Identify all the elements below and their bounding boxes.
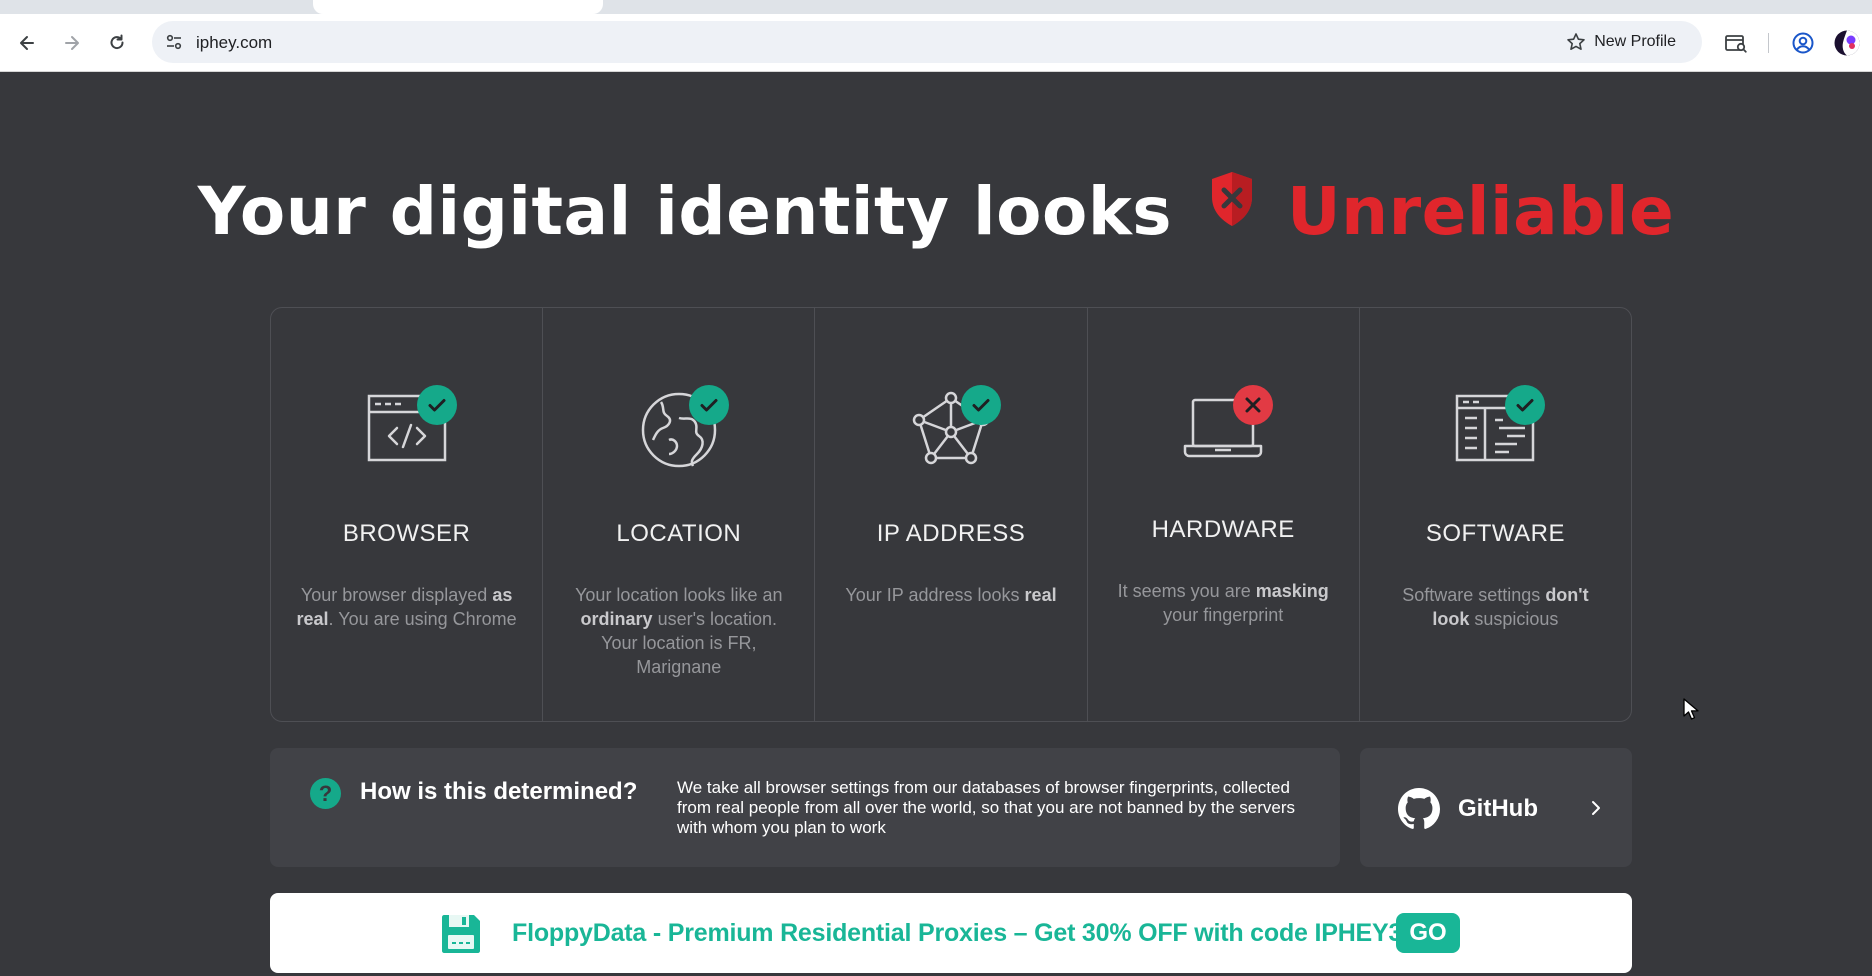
headline-status: Unreliable [1287,173,1675,250]
question-icon: ? [310,778,341,809]
promo-text[interactable]: FloppyData - Premium Residential Proxies… [512,919,1416,948]
back-button[interactable] [10,26,44,60]
reload-icon [110,34,124,50]
card-hardware[interactable]: HARDWARE It seems you are masking your f… [1088,308,1360,721]
how-determined-panel: ? How is this determined? We take all br… [270,748,1340,867]
promo-banner[interactable]: FloppyData - Premium Residential Proxies… [270,893,1632,973]
x-icon [1245,397,1261,413]
star-icon[interactable] [1566,32,1586,52]
status-ok-badge [1505,385,1546,425]
card-description: Your IP address looks real [845,585,1057,605]
profile-avatar-button[interactable] [1832,28,1862,58]
card-description: Your location looks like an ordinary use… [575,585,783,677]
headline-text: Your digital identity looks [197,173,1173,250]
card-software[interactable]: SOFTWARE Software settings don't look su… [1360,308,1631,721]
mouse-cursor-icon [1683,698,1699,720]
status-ok-badge [688,385,729,425]
check-icon [428,399,446,412]
card-title: SOFTWARE [1425,520,1565,547]
tab-strip [0,0,1872,14]
github-link[interactable]: GitHub [1360,748,1632,867]
card-ip-address[interactable]: IP ADDRESS Your IP address looks real [815,308,1088,721]
account-icon [1792,32,1814,54]
check-cards: BROWSER Your browser displayed as real. … [270,307,1632,722]
forward-icon [65,36,79,50]
card-title: BROWSER [342,520,471,547]
page-headline: Your digital identity looks Unreliable [0,170,1872,250]
how-text: We take all browser settings from our da… [677,778,1295,837]
status-ok-badge [961,385,1001,425]
forward-button[interactable] [55,26,89,60]
card-description: It seems you are masking your fingerprin… [1117,581,1329,625]
check-icon [972,399,990,412]
tab-search-icon [1725,35,1747,53]
reload-button[interactable] [100,26,134,60]
card-description: Your browser displayed as real. You are … [296,585,517,629]
github-icon [1398,788,1440,829]
profile-avatar-icon [1834,30,1860,56]
url-text[interactable]: iphey.com [196,33,272,53]
card-title: IP ADDRESS [876,520,1026,547]
how-title: How is this determined? [360,778,638,805]
chevron-right-icon [1592,801,1600,815]
browser-toolbar: iphey.com New Profile [0,0,1872,72]
check-icon [1516,399,1534,412]
card-description: Software settings don't look suspicious [1402,585,1589,629]
check-icon [700,399,718,412]
active-tab[interactable] [313,0,603,14]
card-title: HARDWARE [1151,516,1295,543]
go-button[interactable]: GO [1396,913,1460,953]
profile-label: New Profile [1594,33,1676,50]
card-title: LOCATION [616,520,742,547]
status-fail-badge [1233,385,1274,425]
toolbar-separator [1768,33,1769,53]
tab-search-button[interactable] [1721,28,1751,58]
shield-x-icon [1211,172,1252,226]
account-button[interactable] [1788,28,1818,58]
address-bar[interactable]: iphey.com New Profile [152,21,1702,63]
status-ok-badge [416,385,457,425]
card-browser[interactable]: BROWSER Your browser displayed as real. … [271,308,544,721]
floppy-disk-icon [442,915,480,953]
card-location[interactable]: LOCATION Your location looks like an ord… [543,308,816,721]
github-label: GitHub [1458,795,1538,822]
site-info-icon[interactable] [162,30,186,54]
new-profile-chip[interactable]: New Profile [1566,30,1676,54]
back-icon [20,36,34,50]
